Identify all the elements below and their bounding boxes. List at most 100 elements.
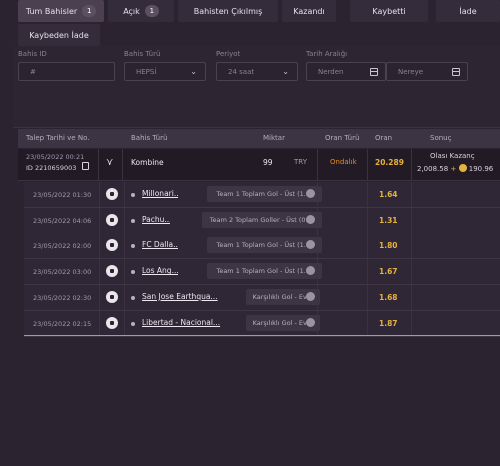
odds-type: Ondalık <box>330 158 357 166</box>
bet-id-placeholder: # <box>30 67 36 76</box>
event-odds: 1.67 <box>379 267 398 277</box>
divider <box>124 284 125 310</box>
event-row[interactable]: 23/05/2022 02:30 San Jose Earthqua... Karş… <box>24 284 500 311</box>
divider <box>367 284 368 310</box>
info-icon[interactable] <box>306 214 315 224</box>
market-badge: Team 2 Toplam Goller - Üst (0.5) <box>202 211 322 228</box>
info-icon[interactable] <box>306 291 315 301</box>
tab-won-label: Kazandı <box>293 6 325 16</box>
event-teams-link[interactable]: Millonari... <box>142 189 178 198</box>
divider <box>317 207 318 233</box>
event-row[interactable]: 23/05/2022 02:15 Libertad - Nacional... Ka… <box>24 310 500 337</box>
event-row[interactable]: 23/05/2022 01:30 Millonari... Team 1 Topla… <box>24 182 500 208</box>
bet-id-input[interactable]: # <box>18 62 115 81</box>
tab-refund-label: İade <box>459 6 477 16</box>
tab-all-bets[interactable]: Tum Bahisler 1 <box>18 0 104 22</box>
possible-win-value: 2,008.58 <box>417 165 449 173</box>
divider <box>411 259 412 285</box>
col-result: Sonuç <box>430 134 452 142</box>
col-request-date: Talep Tarihi ve No. <box>26 134 90 142</box>
divider <box>99 182 100 207</box>
tab-bar: Tum Bahisler 1 Açık 1 Bahisten Çıkılmış … <box>0 0 500 48</box>
period-value: 24 saat <box>228 67 255 76</box>
tab-refund[interactable]: İade <box>436 0 500 22</box>
date-from-placeholder: Nerden <box>318 67 344 76</box>
event-odds: 1.68 <box>379 292 398 302</box>
divider <box>124 310 125 336</box>
possible-win-label: Olası Kazanç <box>430 152 475 160</box>
divider <box>317 284 318 310</box>
calendar-icon[interactable] <box>370 68 378 76</box>
bet-amount: 99 <box>263 158 273 167</box>
event-row[interactable]: 23/05/2022 03:00 Los Ang... Team 1 Toplam … <box>24 259 500 286</box>
bet-id-value: 2210659003 <box>35 164 77 172</box>
event-odds: 1.80 <box>379 241 398 251</box>
divider <box>367 149 368 180</box>
bullet-icon <box>131 295 135 300</box>
event-date: 23/05/2022 04:06 <box>33 216 92 225</box>
market-badge: Team 1 Toplam Gol - Üst (1.5) <box>207 237 322 254</box>
combo-icon: ⋎ <box>106 157 114 168</box>
tab-lost[interactable]: Kaybetti <box>350 0 428 22</box>
divider <box>317 310 318 336</box>
bet-date: 23/05/2022 00:21 <box>26 153 85 161</box>
info-icon[interactable] <box>306 317 315 327</box>
tab-lost-refund-label: Kaybeden İade <box>29 30 89 40</box>
date-to-input[interactable]: Nereye <box>386 62 468 81</box>
event-teams-link[interactable]: Pachu... <box>142 215 170 224</box>
event-teams-link[interactable]: FC Dalla... <box>142 240 178 249</box>
copy-icon[interactable] <box>82 162 89 170</box>
date-from-input[interactable]: Nerden <box>306 62 386 81</box>
event-teams-link[interactable]: Los Ang... <box>142 266 178 275</box>
event-teams-link[interactable]: San Jose Earthqua... <box>142 292 240 301</box>
bullet-icon <box>131 218 135 223</box>
tab-all-bets-count: 1 <box>82 5 97 17</box>
bet-currency: TRY <box>294 158 307 166</box>
event-date: 23/05/2022 03:00 <box>33 268 92 277</box>
soccer-ball-icon <box>106 239 118 252</box>
tab-lost-refund[interactable]: Kaybeden İade <box>18 24 100 46</box>
bet-row[interactable]: 23/05/2022 00:21 ID 2210659003 ⋎ Kombine… <box>18 149 500 181</box>
event-row[interactable]: 23/05/2022 04:06 Pachu... Team 2 Toplam Go… <box>24 207 500 234</box>
divider <box>98 149 99 180</box>
bonus-value: 190.96 <box>468 165 494 173</box>
bet-type-select[interactable]: HEPSİ ⌄ <box>124 62 206 81</box>
tab-won[interactable]: Kazandı <box>282 0 336 22</box>
total-odds: 20.289 <box>375 158 404 167</box>
divider <box>317 233 318 259</box>
divider <box>124 233 125 259</box>
event-odds: 1.87 <box>379 318 398 328</box>
soccer-ball-icon <box>106 290 118 303</box>
event-odds: 1.64 <box>379 190 398 199</box>
divider <box>99 310 100 336</box>
bullet-icon <box>131 270 135 275</box>
divider <box>411 182 412 207</box>
bet-type-value: HEPSİ <box>136 67 157 76</box>
tab-cashed-out-label: Bahisten Çıkılmış <box>193 6 263 16</box>
divider <box>99 207 100 233</box>
period-select[interactable]: 24 saat ⌄ <box>216 62 298 81</box>
period-label: Periyot <box>216 50 241 58</box>
event-date: 23/05/2022 02:15 <box>33 319 92 328</box>
calendar-icon[interactable] <box>452 68 460 76</box>
plus-sign: + <box>450 165 457 173</box>
event-teams-link[interactable]: Libertad - Nacional... <box>142 318 246 327</box>
tab-open[interactable]: Açık 1 <box>108 0 174 22</box>
bet-id: ID 2210659003 <box>26 164 76 172</box>
tab-cashed-out[interactable]: Bahisten Çıkılmış <box>178 0 278 22</box>
divider <box>411 149 412 180</box>
filter-panel: Bahis ID # Bahis Türü HEPSİ ⌄ Periyot 24… <box>13 46 500 128</box>
row-highlight-line <box>24 335 500 336</box>
divider <box>124 182 125 207</box>
divider <box>317 182 318 207</box>
possible-win: 2,008.58 + 190.96 <box>417 164 493 173</box>
soccer-ball-icon <box>106 316 118 329</box>
bullet-icon <box>131 321 135 326</box>
tab-open-label: Açık <box>123 6 140 16</box>
event-row[interactable]: 23/05/2022 02:00 FC Dalla... Team 1 Toplam… <box>24 233 500 260</box>
divider <box>122 149 123 180</box>
col-amount: Miktar <box>263 134 285 142</box>
chevron-down-icon: ⌄ <box>190 67 197 76</box>
date-range-label: Tarih Aralığı <box>306 50 348 58</box>
info-icon[interactable] <box>306 189 315 198</box>
